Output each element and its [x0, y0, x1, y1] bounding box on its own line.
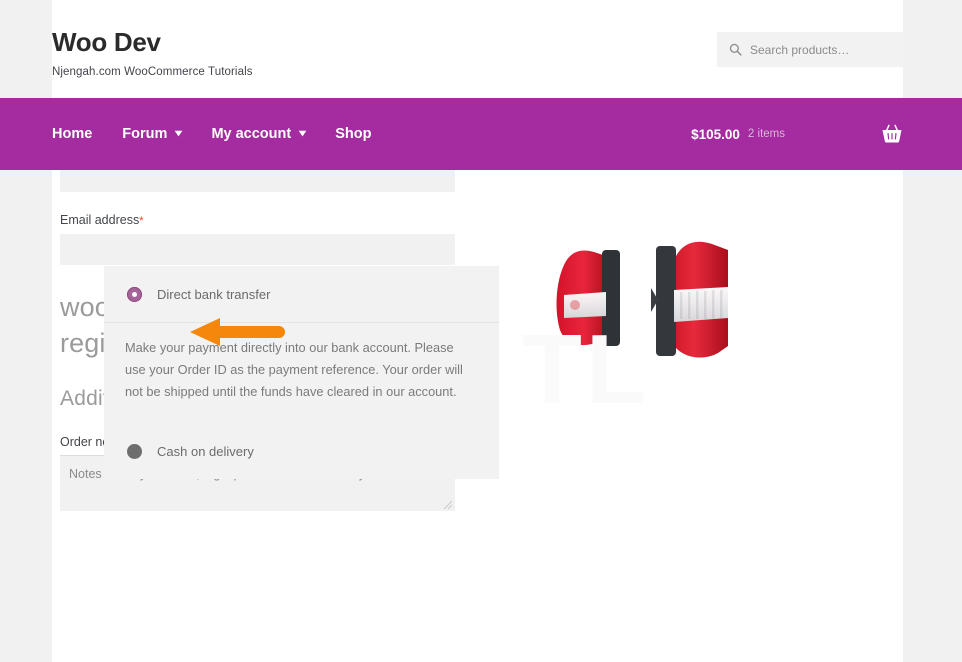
payment-option-cash-on-delivery[interactable]: Cash on delivery [104, 423, 499, 479]
radio-unselected-icon[interactable] [127, 443, 142, 459]
main-navigation-bar: Home Forum ▾ My account ▾ Shop $105.00 2… [0, 98, 962, 170]
resize-handle-icon[interactable] [443, 500, 453, 510]
site-header: Woo Dev Njengah.com WooCommerce Tutorial… [52, 0, 903, 98]
payment-option-bank-transfer[interactable]: Direct bank transfer [104, 266, 499, 322]
email-field-input[interactable] [60, 234, 455, 265]
payment-methods-box: Direct bank transfer Make your payment d… [104, 266, 499, 479]
search-icon [729, 43, 742, 56]
orange-arrow-annotation [190, 318, 285, 346]
field-row-email: Email address* [60, 213, 464, 265]
chevron-down-icon[interactable]: ▾ [176, 129, 183, 139]
cart-item-count: 2 items [747, 128, 785, 140]
site-title: Woo Dev [52, 27, 161, 57]
product-search-form[interactable] [717, 32, 903, 67]
primary-menu: Home Forum ▾ My account ▾ Shop [52, 98, 401, 170]
nav-item-label: Forum [122, 126, 168, 142]
payment-description: Make your payment directly into our bank… [125, 340, 463, 399]
nav-item-home[interactable]: Home [52, 126, 92, 142]
payment-option-label: Cash on delivery [157, 443, 254, 459]
nav-item-my-account[interactable]: My account ▾ [211, 126, 306, 142]
required-asterisk: * [139, 215, 144, 227]
nav-item-label: Shop [335, 126, 372, 142]
shopping-basket-icon[interactable] [881, 124, 903, 144]
previous-field-input[interactable] [60, 169, 455, 192]
search-input[interactable] [750, 42, 900, 57]
radio-selected-icon[interactable] [127, 286, 142, 302]
payment-option-label: Direct bank transfer [157, 286, 271, 302]
nav-item-label: My account [211, 126, 292, 142]
email-field-label: Email address* [60, 213, 464, 227]
product-image: TL [488, 170, 883, 432]
cart-total-amount: $105.00 [691, 126, 740, 142]
email-label-text: Email address [60, 213, 140, 227]
site-tagline: Njengah.com WooCommerce Tutorials [52, 65, 253, 78]
nav-item-shop[interactable]: Shop [335, 126, 371, 142]
field-row-above-email [60, 169, 464, 192]
nav-item-label: Home [52, 126, 93, 142]
nav-inner: Home Forum ▾ My account ▾ Shop $105.00 2… [52, 98, 903, 170]
page-root: Woo Dev Njengah.com WooCommerce Tutorial… [0, 0, 962, 662]
cart-contents[interactable]: $105.00 2 items [691, 98, 903, 170]
chevron-down-icon[interactable]: ▾ [299, 129, 306, 139]
nav-item-forum[interactable]: Forum ▾ [122, 126, 183, 142]
site-branding: Woo Dev Njengah.com WooCommerce Tutorial… [52, 28, 253, 78]
product-watermark: TL [522, 314, 650, 424]
